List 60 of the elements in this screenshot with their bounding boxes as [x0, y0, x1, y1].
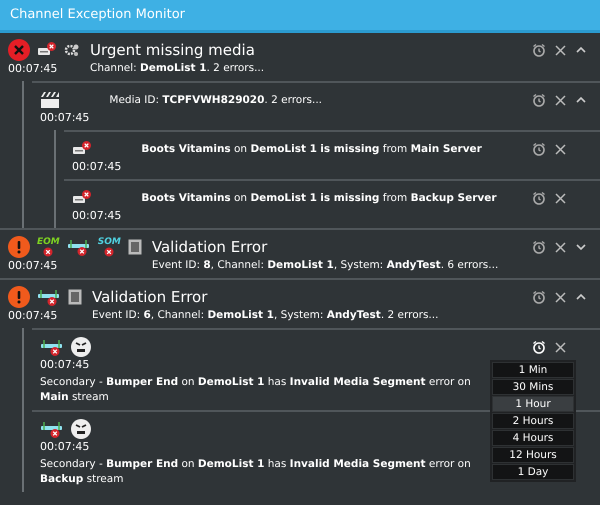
error-badge-icon — [43, 247, 54, 257]
close-icon[interactable] — [555, 144, 566, 154]
warning-icon — [8, 236, 30, 258]
exception-message: Channel: DemoList 1. 2 errors... — [90, 61, 266, 76]
exception-message: Event ID: 6, Channel: DemoList 1, System: AndyTest. 2 errors... — [92, 308, 440, 323]
snooze-option[interactable]: 4 Hours — [492, 430, 574, 446]
face-icon — [71, 419, 91, 439]
snooze-option[interactable]: 1 Min — [492, 362, 574, 378]
error-badge-icon — [104, 247, 114, 257]
timestamp: 00:07:45 — [40, 358, 90, 372]
snooze-clock-icon[interactable] — [532, 240, 546, 254]
exception-message: Secondary - Bumper End on DemoList 1 has Invalid Media Segment error on Backup stream — [40, 457, 472, 487]
timestamp: 00:07:45 — [40, 440, 90, 454]
snooze-clock-icon[interactable] — [532, 142, 546, 156]
exception-title: Validation Error — [152, 237, 268, 257]
close-icon[interactable] — [555, 292, 566, 302]
snooze-option[interactable]: 1 Hour — [492, 396, 574, 412]
face-icon — [71, 337, 91, 357]
snooze-clock-icon[interactable] — [532, 191, 546, 205]
document-icon — [68, 289, 82, 305]
snooze-clock-icon[interactable] — [532, 340, 546, 354]
timestamp: 00:07:45 — [40, 111, 90, 125]
exception-message: Event ID: 8, Channel: DemoList 1, System: AndyTest. 6 errors... — [152, 258, 500, 273]
exception-message: Secondary - Bumper End on DemoList 1 has Invalid Media Segment error on Main stream — [40, 375, 472, 405]
exception-title: Urgent missing media — [90, 40, 256, 60]
close-icon[interactable] — [555, 192, 566, 204]
close-icon[interactable] — [555, 242, 566, 252]
timestamp: 00:07:45 — [72, 160, 122, 174]
snooze-option[interactable]: 12 Hours — [492, 447, 574, 463]
tape-error-icon — [72, 190, 92, 206]
segment-error-icon — [66, 237, 91, 257]
document-icon — [128, 239, 142, 255]
segment-error-icon — [40, 419, 64, 439]
marker-label: EOM — [37, 237, 60, 247]
exception-message: Boots Vitamins on DemoList 1 is missing from Backup Server — [141, 190, 498, 206]
snooze-option[interactable]: 30 Mins — [492, 379, 574, 395]
tape-error-icon — [72, 141, 92, 157]
timestamp: 00:07:45 — [8, 62, 58, 76]
exception-message: Boots Vitamins on DemoList 1 is missing from Main Server — [141, 142, 483, 156]
clapperboard-icon — [40, 91, 60, 109]
snooze-clock-icon[interactable] — [532, 43, 546, 57]
segment-error-icon — [40, 337, 64, 357]
exception-message: Media ID: TCPFVWH829020. 2 errors... — [109, 92, 324, 108]
snooze-clock-icon[interactable] — [532, 290, 546, 304]
tape-error-icon — [37, 42, 57, 58]
marker-label: SOM — [98, 237, 121, 247]
warning-icon — [8, 286, 30, 308]
error-icon — [8, 39, 30, 61]
snooze-option[interactable]: 2 Hours — [492, 413, 574, 429]
timestamp: 00:07:45 — [8, 308, 58, 322]
snooze-clock-icon[interactable] — [532, 93, 546, 107]
snooze-option[interactable]: 1 Day — [492, 464, 574, 480]
window-title: Channel Exception Monitor — [0, 0, 600, 33]
close-icon[interactable] — [555, 94, 566, 106]
exception-title: Validation Error — [92, 287, 208, 307]
timestamp: 00:07:45 — [8, 258, 58, 272]
close-icon[interactable] — [555, 44, 566, 56]
close-icon[interactable] — [555, 342, 566, 352]
segment-error-icon — [37, 287, 61, 307]
timestamp: 00:07:45 — [72, 209, 122, 223]
